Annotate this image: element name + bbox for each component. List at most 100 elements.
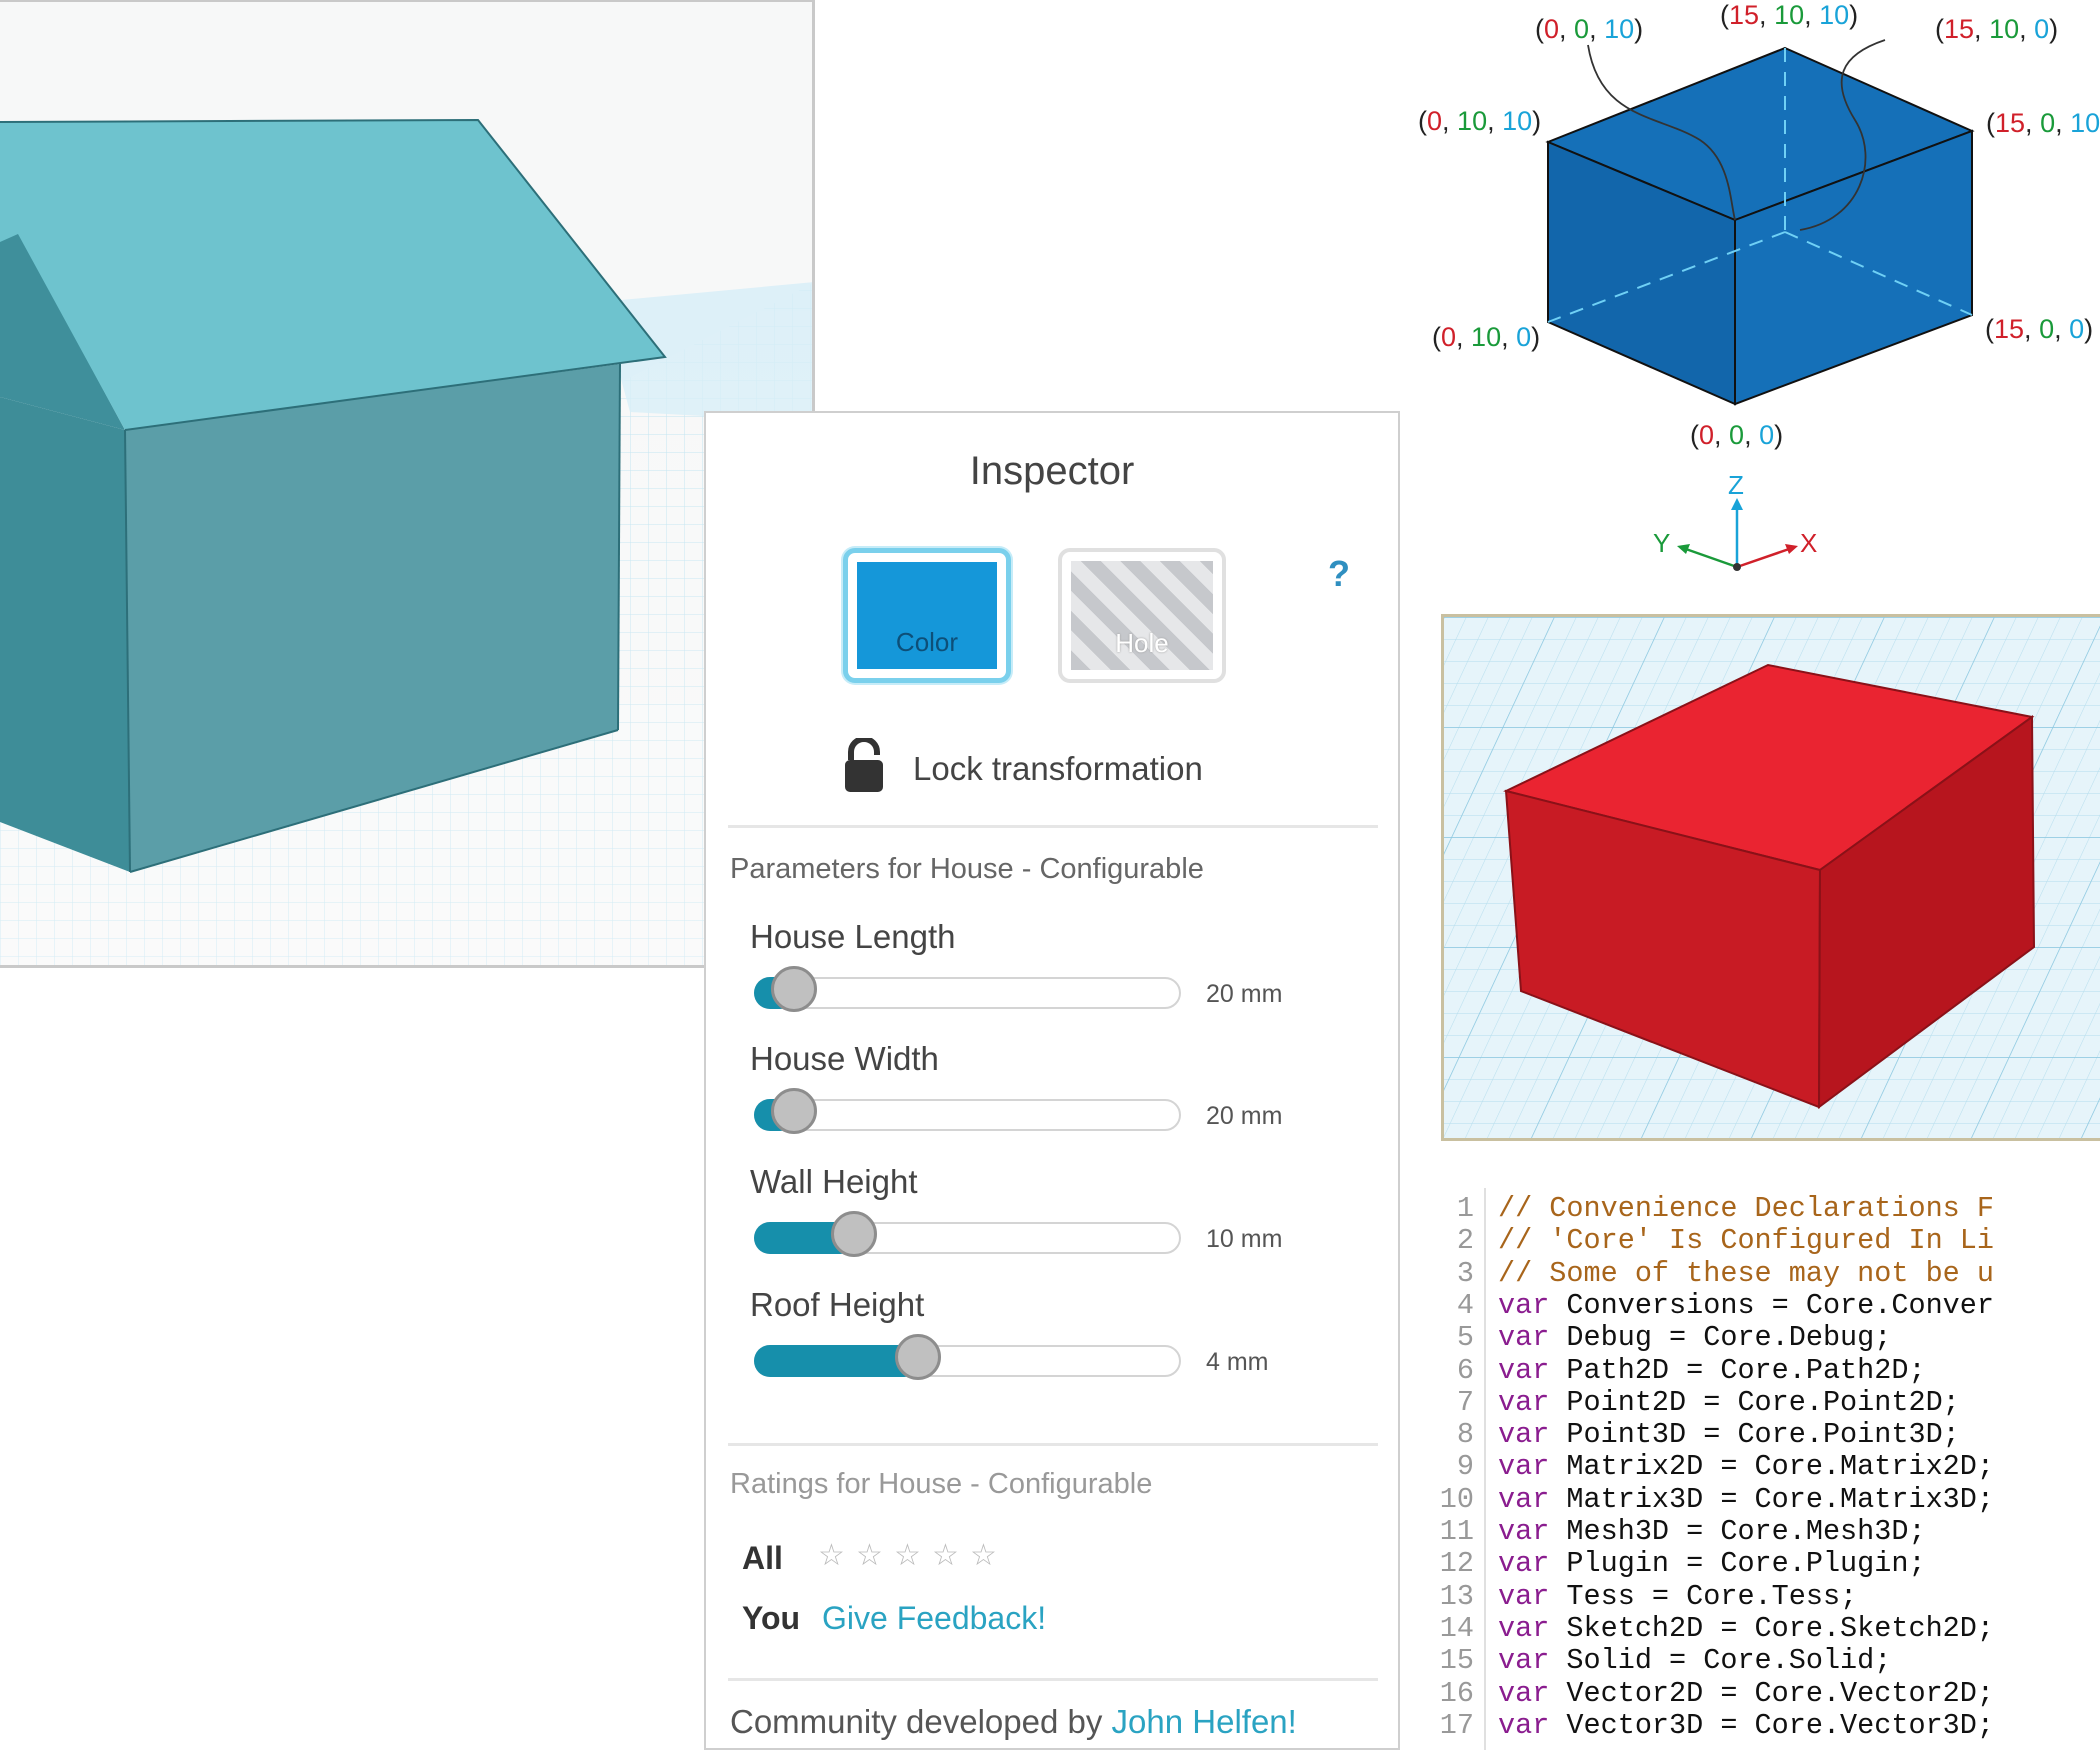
roof-height-value: 4 mm (1206, 1348, 1269, 1376)
inspector-panel: Inspector Color Hole ? Lock transformati… (704, 411, 1400, 1750)
code-text: var Point3D = Core.Point3D; (1498, 1418, 1960, 1451)
author-link[interactable]: John Helfen! (1112, 1703, 1297, 1740)
code-statement: Plugin = Core.Plugin; (1549, 1547, 1926, 1581)
house-3d-viewport[interactable] (0, 0, 815, 968)
code-statement: Vector2D = Core.Vector2D; (1549, 1676, 1994, 1710)
house-length-slider[interactable] (754, 966, 1181, 1012)
divider (728, 1678, 1378, 1681)
line-number: 17 (1439, 1708, 1474, 1742)
keyword: var (1498, 1547, 1550, 1581)
divider (728, 1443, 1378, 1446)
house-length-value: 20 mm (1206, 980, 1283, 1008)
coord-label-left-top: (0, 10, 10) (1418, 106, 1542, 136)
code-line: 12 var Plugin = Core.Plugin; (1434, 1547, 2100, 1581)
parameters-title: Parameters for House - Configurable (730, 853, 1204, 885)
code-statement: Sketch2D = Core.Sketch2D; (1549, 1611, 1994, 1645)
line-number: 14 (1439, 1611, 1474, 1645)
code-text: // Some of these may not be u (1498, 1257, 1994, 1290)
code-line: 10 var Matrix3D = Core.Matrix3D; (1434, 1482, 2100, 1516)
slider-knob[interactable] (771, 966, 817, 1012)
code-line: 17 var Vector3D = Core.Vector3D; (1434, 1708, 2100, 1742)
star-icon[interactable]: ☆ (932, 1538, 959, 1573)
keyword: var (1498, 1676, 1550, 1710)
slider-knob[interactable] (895, 1334, 941, 1380)
star-icon[interactable]: ☆ (856, 1538, 883, 1573)
keyword: var (1498, 1385, 1550, 1419)
star-icon[interactable]: ☆ (818, 1538, 845, 1573)
code-editor[interactable]: 1 // Convenience Declarations F 2 // 'Core'… (1434, 1188, 2100, 1750)
code-statement: Matrix3D = Core.Matrix3D; (1549, 1482, 1994, 1516)
line-number: 11 (1439, 1515, 1474, 1548)
line-number: 12 (1439, 1547, 1474, 1581)
line-number: 3 (1456, 1256, 1474, 1290)
code-text: var Matrix3D = Core.Matrix3D; (1498, 1483, 1994, 1516)
coord-label-right-bottom: (15, 0, 0) (1985, 314, 2094, 344)
code-comment: // Convenience Declarations F (1498, 1192, 1994, 1225)
roof-height-label: Roof Height (750, 1286, 925, 1323)
line-number: 10 (1439, 1482, 1474, 1516)
code-statement: Conversions = Core.Conver (1549, 1288, 1994, 1322)
house-width-label: House Width (750, 1040, 939, 1077)
hole-button[interactable]: Hole (1058, 548, 1226, 683)
help-icon[interactable]: ? (1328, 553, 1350, 595)
ratings-title: Ratings for House - Configurable (730, 1468, 1153, 1500)
slider-knob[interactable] (831, 1211, 877, 1257)
rating-you-label: You (742, 1600, 801, 1636)
code-text: var Matrix2D = Core.Matrix2D; (1498, 1450, 1994, 1483)
code-text: var Plugin = Core.Plugin; (1498, 1547, 1926, 1580)
code-statement: Path2D = Core.Path2D; (1549, 1353, 1926, 1387)
coord-label-top-left: (0, 0, 10) (1535, 14, 1644, 44)
roof-height-slider[interactable] (754, 1334, 1181, 1380)
code-line: 15 var Solid = Core.Solid; (1434, 1644, 2100, 1678)
star-icon[interactable]: ☆ (894, 1538, 921, 1573)
house-scene (0, 2, 812, 965)
keyword: var (1498, 1579, 1550, 1613)
code-text: var Debug = Core.Debug; (1498, 1321, 1891, 1354)
hole-label: Hole (1115, 628, 1169, 658)
code-line: 14 var Sketch2D = Core.Sketch2D; (1434, 1611, 2100, 1645)
code-line: 9 var Matrix2D = Core.Matrix2D; (1434, 1450, 2100, 1483)
color-button[interactable]: Color (843, 548, 1011, 683)
code-statement: Point2D = Core.Point2D; (1549, 1385, 1960, 1419)
code-line: 6 var Path2D = Core.Path2D; (1434, 1353, 2100, 1387)
line-number: 13 (1439, 1579, 1474, 1613)
code-line: 1 // Convenience Declarations F (1434, 1192, 2100, 1225)
inspector-title: Inspector (969, 449, 1135, 493)
code-text: var Conversions = Core.Conver (1498, 1289, 1994, 1322)
redbox-3d-viewport[interactable] (1441, 614, 2100, 1141)
code-line: 16 var Vector2D = Core.Vector2D; (1434, 1677, 2100, 1710)
house-front-wall (0, 397, 130, 872)
rating-all-label: All (742, 1540, 783, 1576)
keyword: var (1498, 1321, 1550, 1355)
axis-label-x: X (1800, 528, 1818, 558)
slider-knob[interactable] (771, 1088, 817, 1134)
coord-label-top-right: (15, 10, 0) (1935, 14, 2059, 44)
house-width-slider[interactable] (754, 1088, 1181, 1134)
cube-diagram (1545, 39, 1975, 571)
code-text: var Tess = Core.Tess; (1498, 1580, 1857, 1613)
code-line: 13 var Tess = Core.Tess; (1434, 1579, 2100, 1613)
keyword: var (1498, 1515, 1550, 1548)
code-text: var Mesh3D = Core.Mesh3D; (1498, 1515, 1926, 1548)
coord-label-origin: (0, 0, 0) (1690, 420, 1784, 450)
code-statement: Debug = Core.Debug; (1549, 1321, 1892, 1355)
credit-line: Community developed by John Helfen! (730, 1703, 1297, 1741)
wall-height-slider[interactable] (754, 1211, 1181, 1257)
line-number: 8 (1456, 1418, 1474, 1452)
code-text: var Solid = Core.Solid; (1498, 1644, 1891, 1677)
line-number: 2 (1456, 1224, 1474, 1258)
line-number: 15 (1439, 1644, 1474, 1678)
star-icon[interactable]: ☆ (970, 1538, 997, 1573)
code-line: 8 var Point3D = Core.Point3D; (1434, 1418, 2100, 1452)
give-feedback-link[interactable]: Give Feedback! (822, 1600, 1046, 1637)
code-text: var Vector2D = Core.Vector2D; (1498, 1677, 1994, 1710)
wall-height-value: 10 mm (1206, 1225, 1283, 1253)
color-label: Color (895, 627, 959, 657)
code-comment: // 'Core' Is Configured In Li (1498, 1224, 1994, 1258)
coord-label-right-top: (15, 0, 10) (1986, 108, 2100, 138)
code-line: 11 var Mesh3D = Core.Mesh3D; (1434, 1515, 2100, 1548)
code-comment: // Some of these may not be u (1498, 1256, 1994, 1290)
wall-height-label: Wall Height (750, 1163, 918, 1200)
line-number: 6 (1456, 1353, 1474, 1387)
code-line: 2 // 'Core' Is Configured In Li (1434, 1224, 2100, 1258)
